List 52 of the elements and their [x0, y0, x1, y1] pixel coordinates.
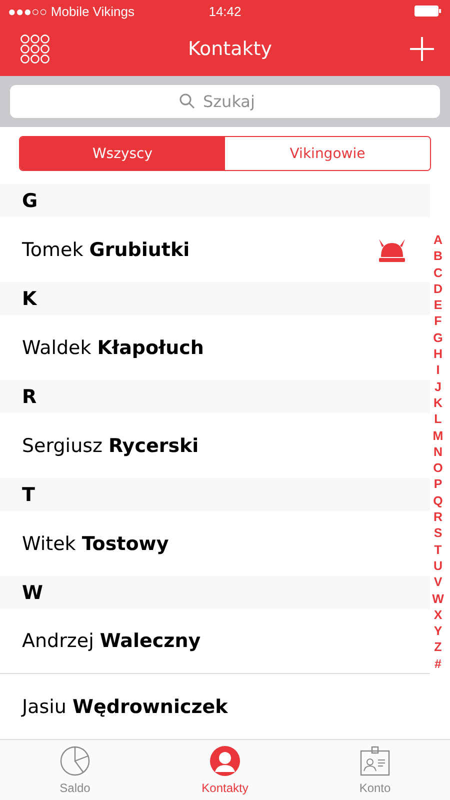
index-letter[interactable]: V: [434, 574, 442, 591]
index-letter[interactable]: U: [433, 558, 443, 574]
index-letter[interactable]: S: [434, 525, 442, 542]
tab-bar-item[interactable]: Konto: [300, 740, 450, 800]
index-letter[interactable]: B: [433, 248, 443, 265]
section-header: T: [0, 478, 430, 512]
carrier-label: ●●●○○ Mobile Vikings: [8, 4, 134, 18]
index-letter[interactable]: R: [433, 509, 443, 526]
index-letter[interactable]: Y: [434, 623, 442, 640]
index-letter[interactable]: J: [434, 378, 442, 395]
index-letter[interactable]: Q: [433, 492, 443, 510]
index-letter[interactable]: C: [433, 264, 443, 281]
index-letter[interactable]: H: [433, 346, 443, 362]
clock: 14:42: [208, 4, 242, 18]
battery-icon: [414, 5, 442, 17]
index-letter[interactable]: E: [434, 297, 442, 314]
contact-name[interactable]: Sergiusz Rycerski: [22, 434, 199, 457]
section-header: R: [0, 380, 430, 414]
index-letter[interactable]: A: [433, 232, 443, 248]
screen-title: Kontakty: [188, 38, 272, 60]
contact-name[interactable]: Andrzej Waleczny: [22, 630, 201, 652]
index-letter[interactable]: O: [433, 460, 443, 476]
id-card-icon: [359, 745, 391, 778]
index-letter[interactable]: D: [433, 280, 443, 298]
tab-bar-item[interactable]: Kontakty: [150, 740, 300, 800]
index-letter[interactable]: P: [434, 476, 442, 493]
index-letter[interactable]: K: [433, 394, 443, 412]
index-letter[interactable]: G: [433, 330, 443, 346]
section-header: K: [0, 282, 430, 316]
add-icon[interactable]: [410, 36, 434, 61]
section-header: G: [0, 184, 430, 218]
index-letter[interactable]: F: [434, 313, 442, 330]
search-icon: [179, 93, 195, 110]
contact-name[interactable]: Witek Tostowy: [22, 532, 169, 555]
pie-chart-icon: [59, 745, 91, 778]
index-letter[interactable]: X: [434, 606, 442, 624]
index-letter[interactable]: I: [436, 362, 440, 379]
segment-tab[interactable]: Wszyscy: [20, 136, 225, 170]
index-letter[interactable]: L: [434, 411, 442, 428]
contact-name[interactable]: Jasiu Wędrowniczek: [22, 696, 228, 718]
index-letter[interactable]: Z: [434, 639, 442, 656]
tab-bar-item[interactable]: Saldo: [0, 740, 150, 800]
grid-menu-icon[interactable]: [20, 34, 50, 64]
contact-name[interactable]: Tomek Grubiutki: [22, 238, 190, 261]
index-letter[interactable]: W: [432, 590, 444, 607]
person-icon: [209, 745, 241, 778]
contact-name[interactable]: Waldek Kłapołuch: [22, 336, 204, 359]
index-letter[interactable]: T: [434, 542, 442, 558]
index-letter[interactable]: M: [432, 428, 444, 444]
section-header: W: [0, 576, 430, 610]
index-letter[interactable]: #: [434, 656, 442, 672]
index-letter[interactable]: N: [433, 444, 443, 460]
